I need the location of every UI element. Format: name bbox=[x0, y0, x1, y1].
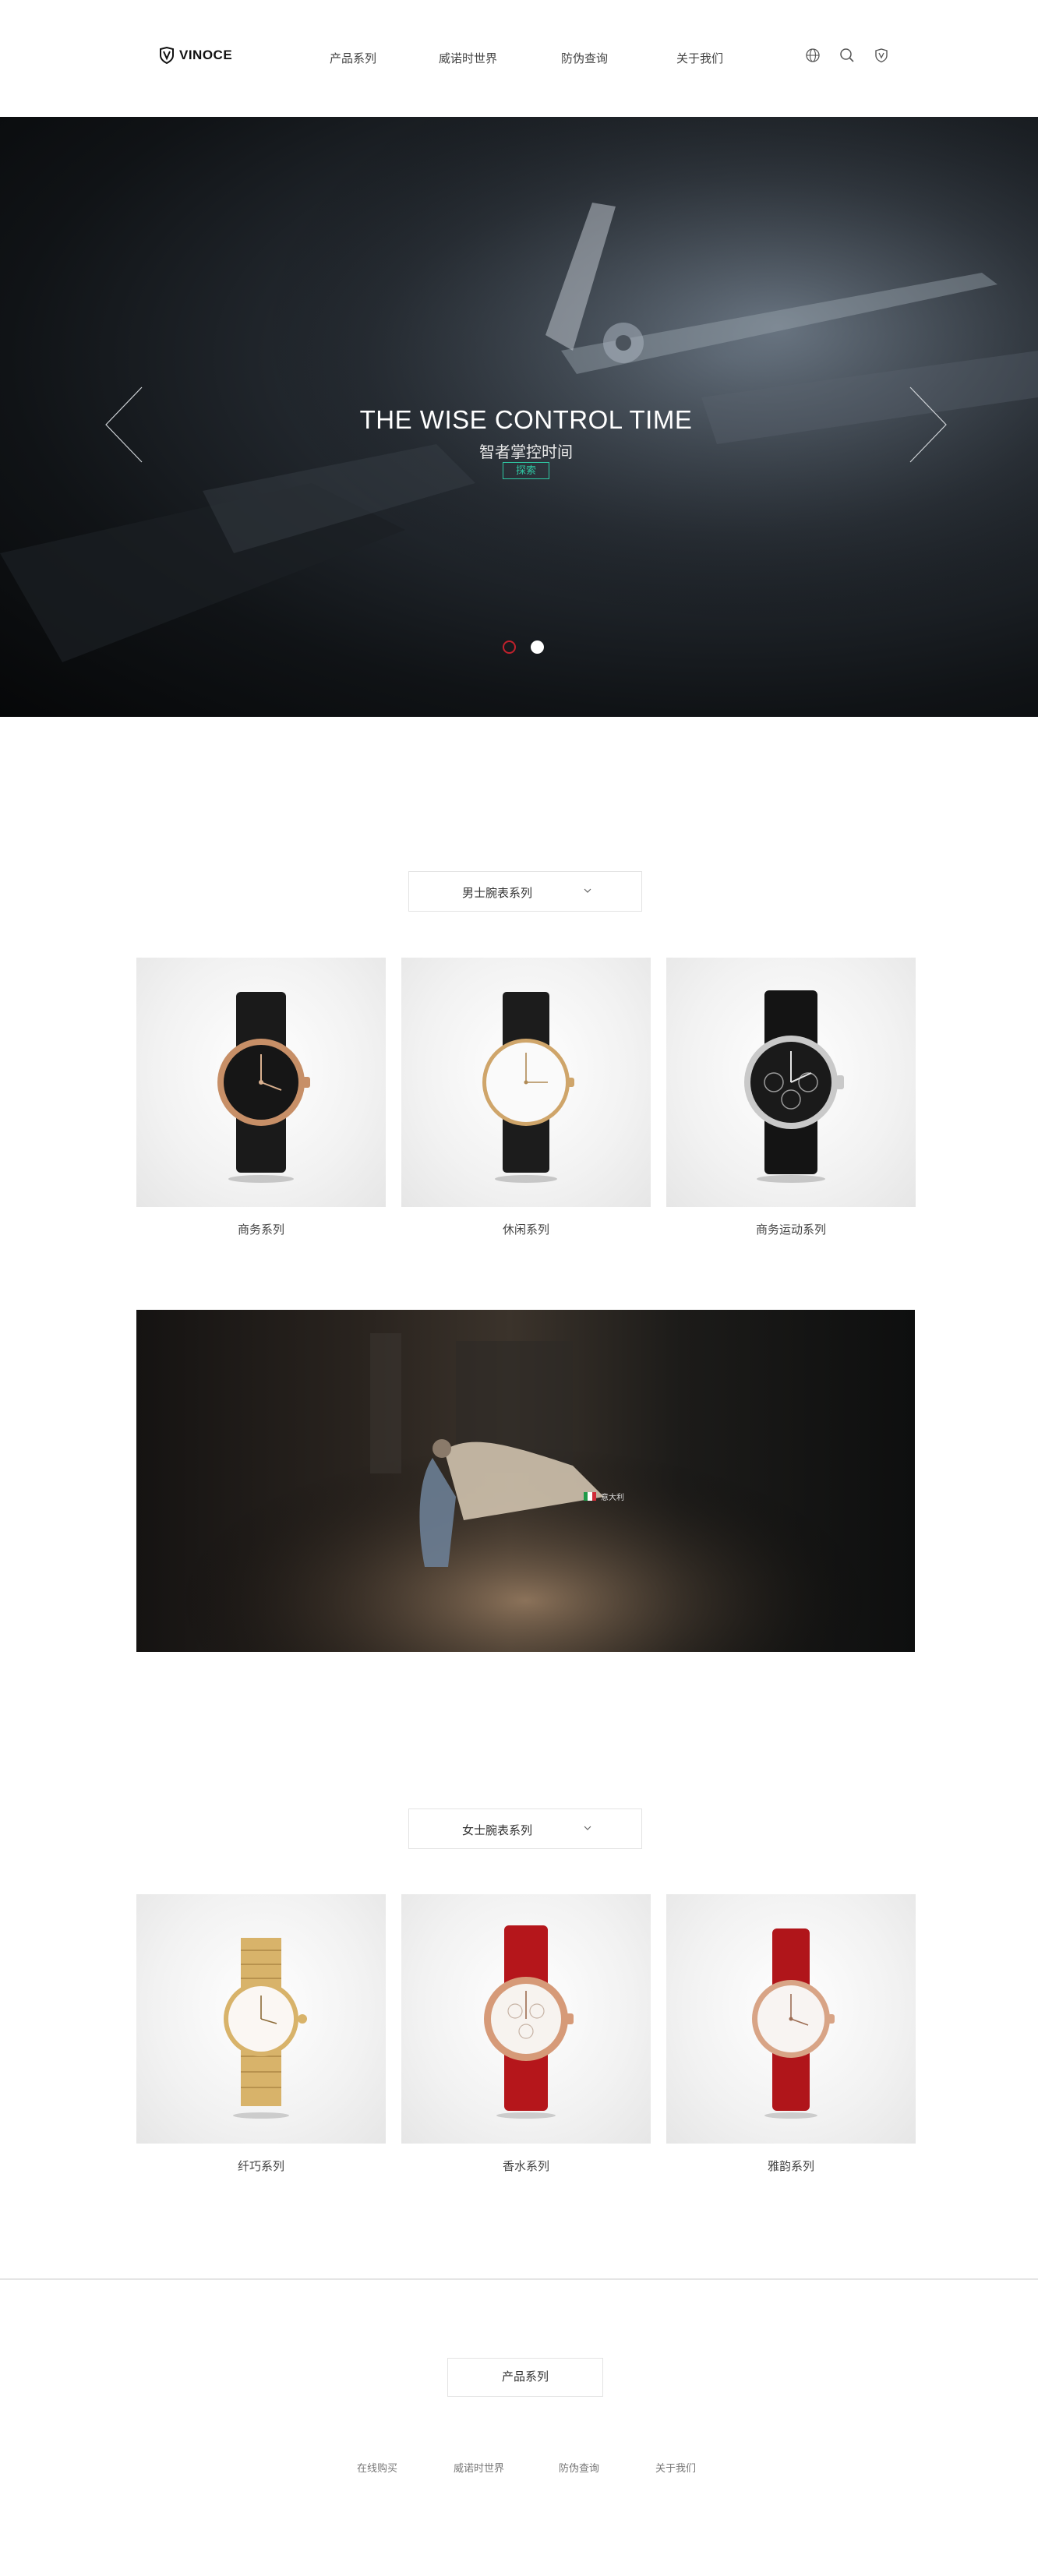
product-image bbox=[401, 1894, 651, 2144]
product-card-slim[interactable]: 纤巧系列 bbox=[136, 1894, 386, 2174]
product-image bbox=[666, 958, 916, 1207]
product-image bbox=[401, 958, 651, 1207]
footer-divider bbox=[0, 2278, 1038, 2280]
chevron-down-icon bbox=[584, 1826, 591, 1830]
footer-link-about[interactable]: 关于我们 bbox=[655, 2460, 696, 2475]
hero-title: THE WISE CONTROL TIME bbox=[359, 405, 693, 434]
product-label: 雅韵系列 bbox=[767, 2160, 814, 2173]
product-card-business[interactable]: 商务系列 bbox=[136, 958, 386, 1237]
craftsman-image bbox=[136, 1310, 915, 1652]
product-card-perfume[interactable]: 香水系列 bbox=[401, 1894, 651, 2174]
nav-icon-group bbox=[804, 47, 890, 64]
nav-item-about[interactable]: 关于我们 bbox=[676, 50, 723, 66]
product-label: 香水系列 bbox=[502, 2160, 549, 2173]
product-card-casual[interactable]: 休闲系列 bbox=[401, 958, 651, 1237]
product-card-business-sport[interactable]: 商务运动系列 bbox=[666, 958, 916, 1237]
footer-link-buy-online[interactable]: 在线购买 bbox=[357, 2460, 397, 2475]
product-label: 休闲系列 bbox=[502, 1223, 549, 1237]
italy-badge-label: 意大利 bbox=[601, 1494, 624, 1502]
product-label: 纤巧系列 bbox=[237, 2160, 284, 2173]
watch-image bbox=[752, 1928, 835, 2119]
nav-item-products[interactable]: 产品系列 bbox=[330, 50, 376, 66]
hero-subtitle: 智者掌控时间 bbox=[479, 444, 573, 461]
product-image bbox=[136, 1894, 386, 2144]
women-series-select[interactable]: 女士腕表系列 bbox=[408, 1808, 642, 1849]
italy-badge: 意大利 bbox=[584, 1491, 624, 1502]
product-image bbox=[136, 958, 386, 1207]
footer-link-world[interactable]: 威诺时世界 bbox=[454, 2460, 504, 2475]
footer-link-anticounterfeit[interactable]: 防伪查询 bbox=[559, 2460, 599, 2475]
chevron-down-icon bbox=[584, 888, 591, 893]
nav-item-world[interactable]: 威诺时世界 bbox=[439, 50, 497, 66]
hero-carousel: THE WISE CONTROL TIME 智者掌控时间 探索 bbox=[0, 117, 1038, 717]
shield-icon[interactable] bbox=[873, 47, 890, 64]
globe-icon[interactable] bbox=[804, 47, 821, 64]
italy-flag-icon bbox=[584, 1492, 596, 1501]
men-series-select-label: 男士腕表系列 bbox=[461, 887, 532, 900]
watch-image bbox=[484, 1925, 574, 2119]
site-header: VINOCE 产品系列 威诺时世界 防伪查询 关于我们 bbox=[0, 0, 1038, 117]
product-image bbox=[666, 1894, 916, 2144]
search-icon[interactable] bbox=[839, 47, 856, 64]
watch-image bbox=[744, 990, 844, 1183]
watch-image bbox=[224, 1938, 307, 2119]
product-card-elegance[interactable]: 雅韵系列 bbox=[666, 1894, 916, 2174]
product-label: 商务系列 bbox=[237, 1223, 284, 1237]
watch-image bbox=[482, 992, 574, 1183]
women-series-select-label: 女士腕表系列 bbox=[461, 1824, 532, 1837]
explore-button[interactable]: 探索 bbox=[503, 462, 549, 479]
footer-products-button[interactable]: 产品系列 bbox=[447, 2358, 603, 2397]
carousel-dot-2[interactable] bbox=[531, 640, 544, 654]
carousel-dots bbox=[503, 640, 544, 654]
craftsman-banner[interactable]: 意大利 bbox=[136, 1310, 915, 1652]
men-series-select[interactable]: 男士腕表系列 bbox=[408, 871, 642, 912]
watch-image bbox=[217, 992, 310, 1183]
carousel-dot-1[interactable] bbox=[503, 640, 516, 654]
product-label: 商务运动系列 bbox=[755, 1223, 826, 1237]
nav-item-anticounterfeit[interactable]: 防伪查询 bbox=[561, 50, 608, 66]
